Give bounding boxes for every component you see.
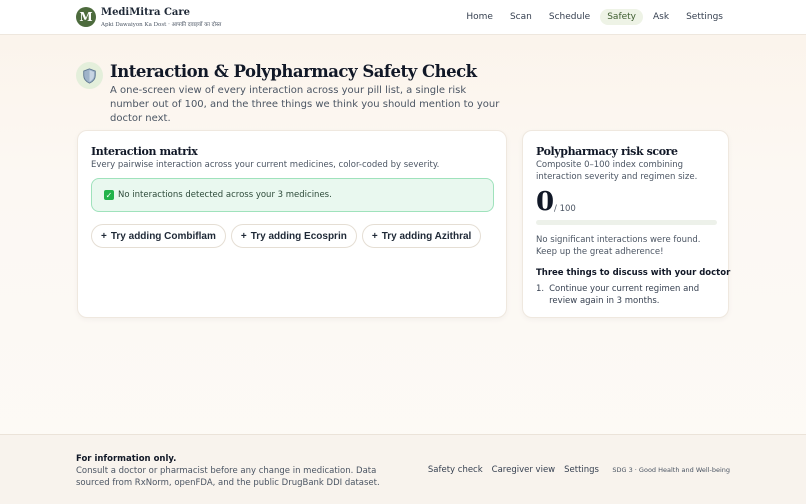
- footer-link-safety-check[interactable]: Safety check: [428, 465, 483, 475]
- main-nav: Home Scan Schedule Safety Ask Settings: [459, 9, 730, 25]
- discuss-list-item: 1. Continue your current regimen and rev…: [536, 283, 721, 307]
- interaction-matrix-card: Interaction matrix Every pairwise intera…: [77, 130, 507, 318]
- disclaimer-text: Consult a doctor or pharmacist before an…: [76, 466, 380, 488]
- brand-tagline: Apki Dawaiyon Ka Dost · आपकी दवाइयों का …: [101, 22, 222, 28]
- status-text: No interactions detected across your 3 m…: [118, 190, 332, 200]
- footer-link-settings[interactable]: Settings: [564, 465, 599, 475]
- risk-score-value: 0: [536, 187, 555, 217]
- try-adding-combiflam-button[interactable]: + Try adding Combiflam: [91, 224, 226, 248]
- button-label: Try adding Ecosprin: [250, 230, 347, 242]
- discuss-number: 1.: [536, 284, 545, 294]
- plus-icon: +: [371, 230, 378, 242]
- disclaimer-title: For information only.: [76, 454, 177, 464]
- brand-logo[interactable]: M: [76, 7, 96, 27]
- footer-links: Safety check Caregiver view Settings: [428, 465, 599, 475]
- matrix-description: Every pairwise interaction across your c…: [91, 160, 440, 170]
- footer-link-caregiver-view[interactable]: Caregiver view: [492, 465, 555, 475]
- plus-icon: +: [240, 230, 247, 242]
- button-label: Try adding Combiflam: [110, 230, 216, 242]
- nav-safety[interactable]: Safety: [600, 9, 644, 25]
- button-label: Try adding Azithral: [381, 230, 472, 242]
- try-adding-azithral-button[interactable]: + Try adding Azithral: [361, 224, 482, 248]
- brand-name[interactable]: MediMitra Care: [101, 7, 190, 18]
- discuss-text: Continue your current regimen and review…: [549, 284, 700, 306]
- nav-scan[interactable]: Scan: [503, 9, 539, 25]
- risk-description: Composite 0–100 index combining interact…: [536, 160, 698, 182]
- page-footer: For information only. Consult a doctor o…: [0, 434, 806, 504]
- check-icon: ✓: [104, 190, 114, 200]
- risk-message: No significant interactions were found. …: [536, 235, 701, 257]
- nav-ask[interactable]: Ask: [646, 9, 676, 25]
- try-adding-row: + Try adding Combiflam + Try adding Ecos…: [91, 224, 482, 248]
- risk-score-card: Polypharmacy risk score Composite 0–100 …: [522, 130, 731, 318]
- risk-title: Polypharmacy risk score: [536, 145, 678, 158]
- risk-score-max: / 100: [554, 204, 576, 214]
- nav-settings[interactable]: Settings: [679, 9, 730, 25]
- nav-schedule[interactable]: Schedule: [542, 9, 597, 25]
- matrix-title: Interaction matrix: [91, 145, 198, 158]
- discuss-heading: Three things to discuss with your doctor: [536, 268, 731, 278]
- try-adding-ecosprin-button[interactable]: + Try adding Ecosprin: [230, 224, 357, 248]
- no-interactions-status: ✓ No interactions detected across your 3…: [91, 178, 494, 212]
- page-title: Interaction & Polypharmacy Safety Check: [110, 62, 477, 81]
- nav-home[interactable]: Home: [459, 9, 500, 25]
- page-subtitle: A one-screen view of every interaction a…: [110, 85, 500, 124]
- sdg-badge: SDG 3 · Good Health and Well-being: [612, 466, 730, 474]
- app-header: M MediMitra Care Apki Dawaiyon Ka Dost ·…: [0, 0, 806, 35]
- risk-score-bar: [536, 220, 717, 225]
- shield-icon: [76, 62, 103, 89]
- plus-icon: +: [101, 230, 107, 242]
